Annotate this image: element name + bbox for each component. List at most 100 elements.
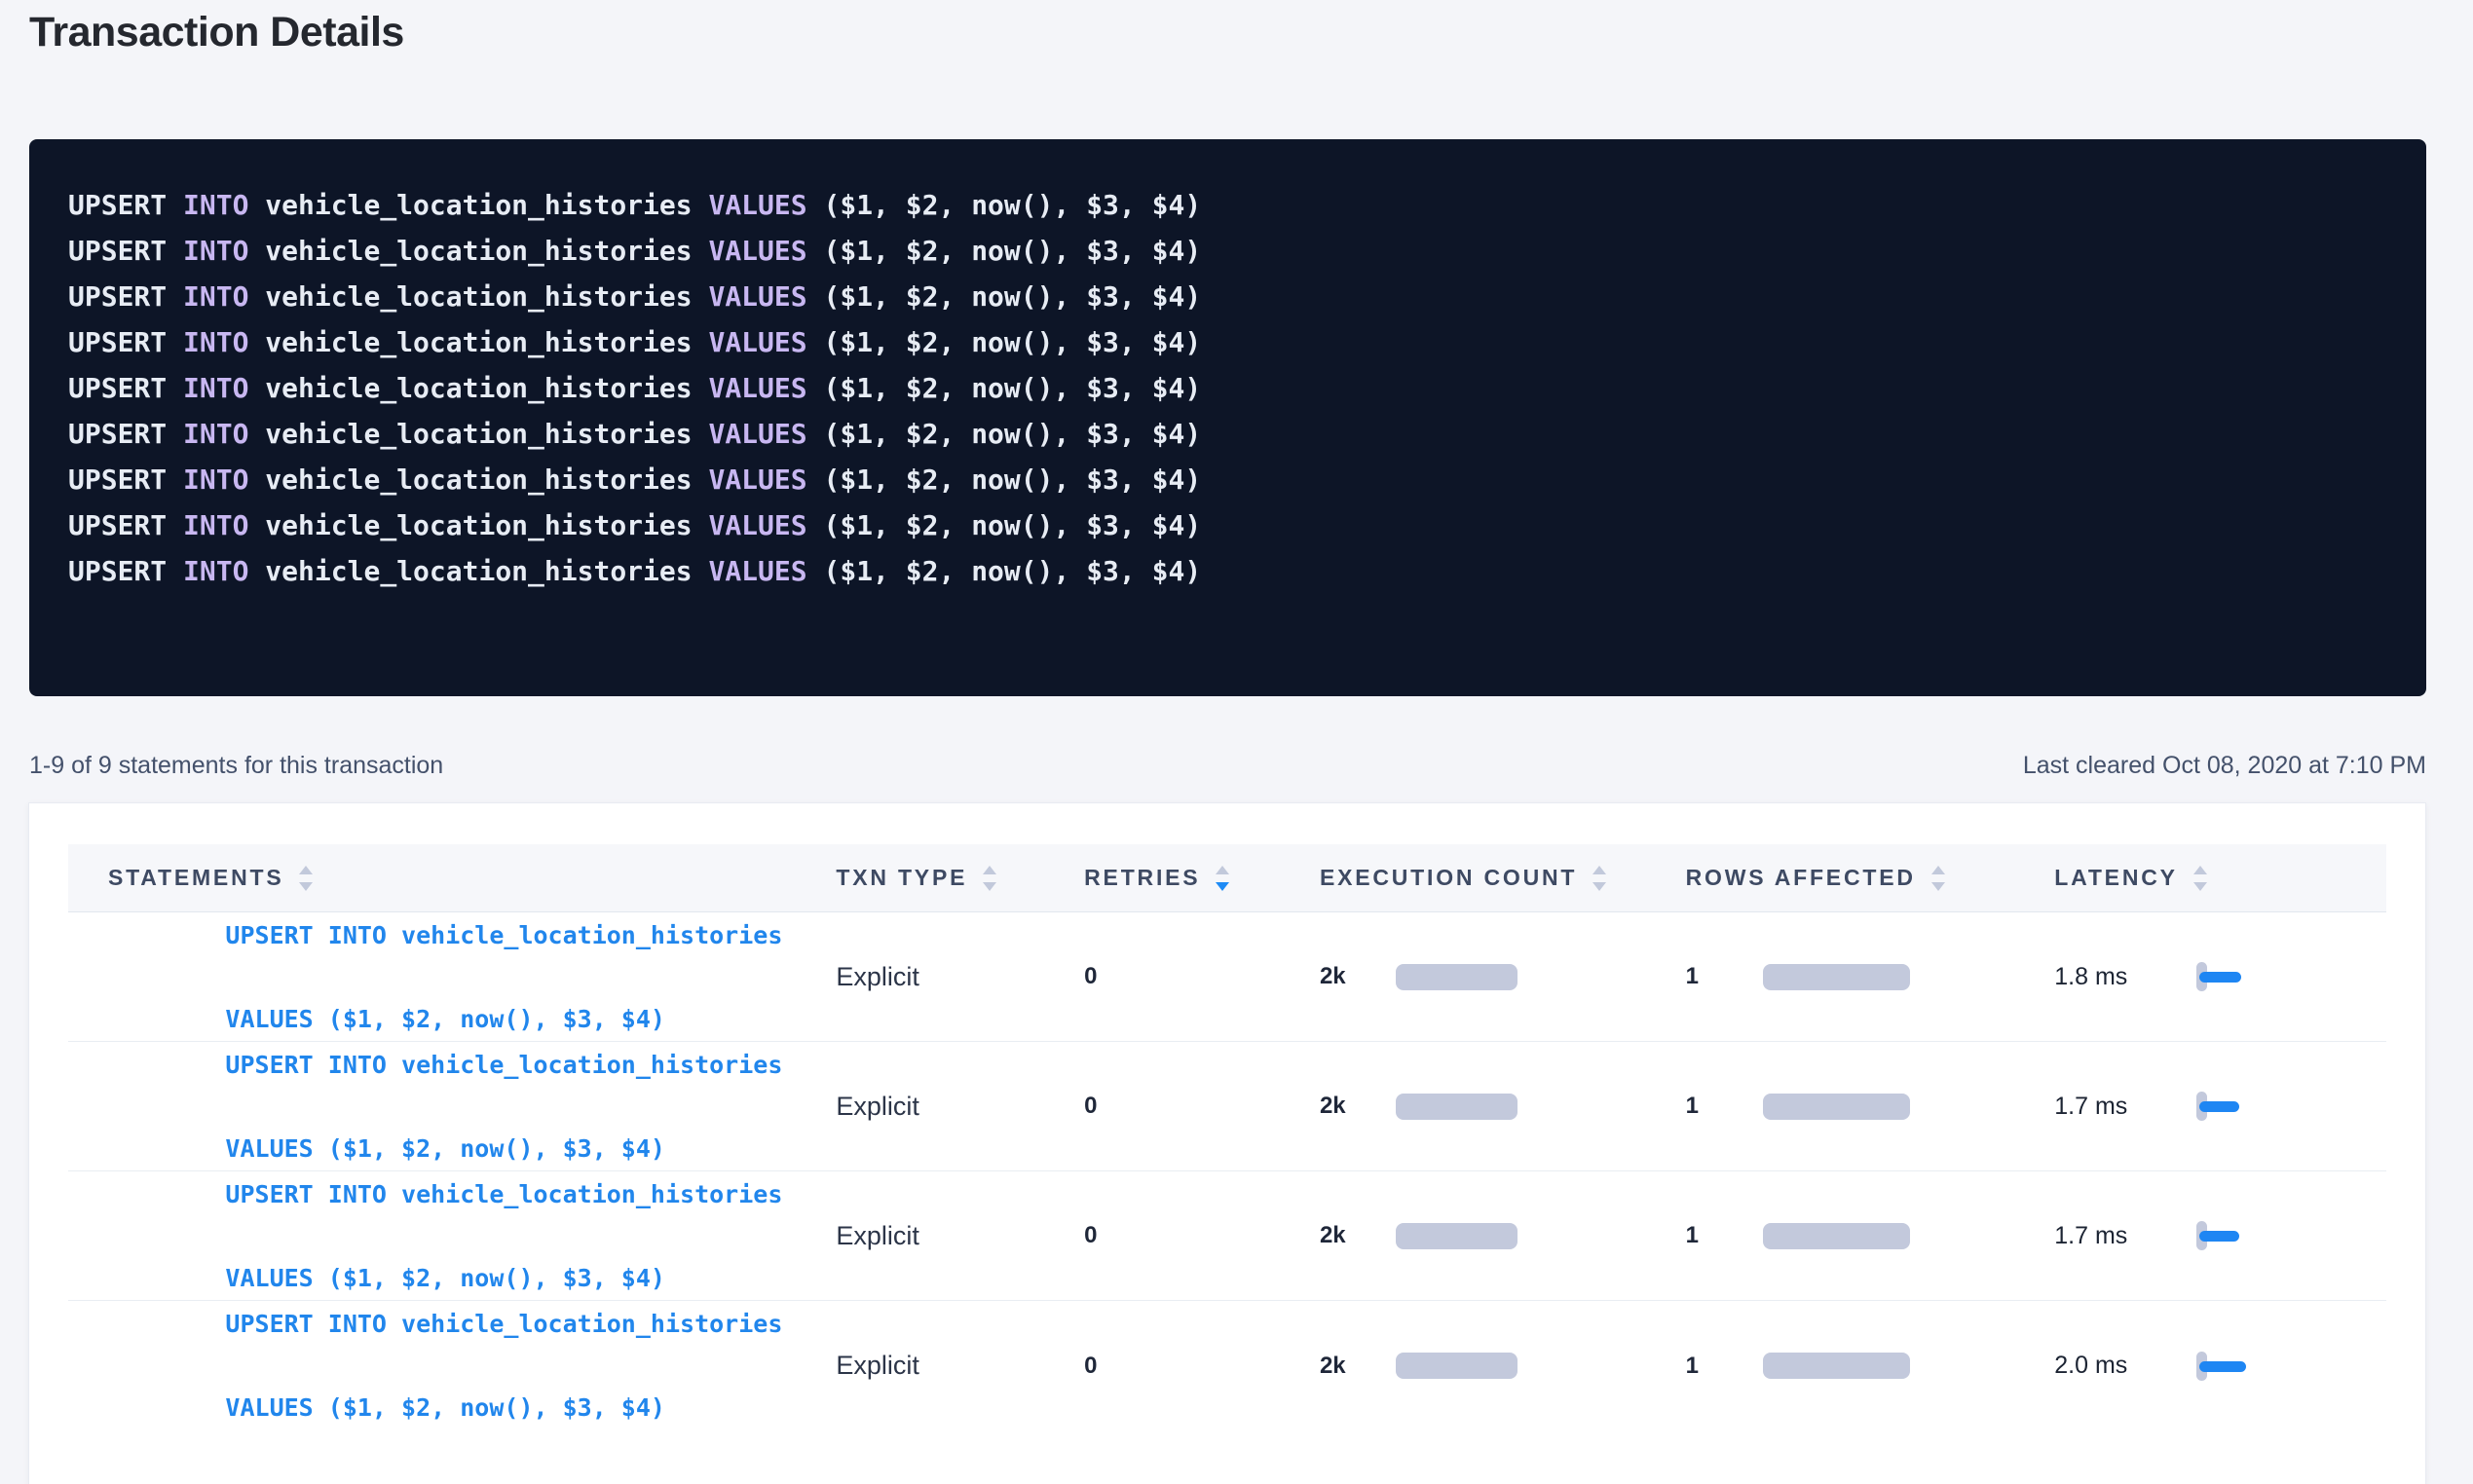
execution-count-value: 2k [1320, 1353, 1396, 1380]
retries-cell: 0 [1084, 963, 1320, 990]
rows-affected-cell: 1 [1686, 1353, 2055, 1380]
latency-value: 1.8 ms [2054, 963, 2196, 991]
statement-cell: UPSERT INTO vehicle_location_histories V… [68, 1261, 836, 1470]
sort-ascending-icon [2193, 866, 2207, 874]
statement-link-line2: VALUES ($1, $2, now(), $3, $4) [225, 1393, 665, 1422]
txn-type-value: Explicit [836, 962, 919, 991]
latency-blue-bar-icon [2199, 1101, 2239, 1112]
rows-affected-cell: 1 [1686, 1093, 2055, 1120]
sort-descending-icon [1931, 882, 1945, 891]
latency-bar-icon [2196, 1091, 2265, 1122]
retries-cell: 0 [1084, 1222, 1320, 1249]
latency-blue-bar-icon [2199, 1361, 2246, 1372]
sort-descending-icon [1592, 882, 1606, 891]
latency-bar-icon [2196, 961, 2265, 992]
sort-ascending-icon [983, 866, 996, 874]
column-header-execution-count[interactable]: EXECUTION COUNT [1320, 865, 1686, 891]
column-header-label: RETRIES [1084, 865, 1200, 891]
sort-ascending-icon [1216, 866, 1229, 874]
statements-meta-row: 1-9 of 9 statements for this transaction… [29, 750, 2426, 781]
retries-cell: 0 [1084, 1093, 1320, 1120]
latency-value: 2.0 ms [2054, 1352, 2196, 1380]
page-title: Transaction Details [29, 6, 404, 58]
txn-type-value: Explicit [836, 1351, 919, 1380]
rows-affected-value: 1 [1686, 1353, 1763, 1380]
column-header-rows-affected[interactable]: ROWS AFFECTED [1686, 865, 2055, 891]
rows-affected-cell: 1 [1686, 1222, 2055, 1249]
execution-count-cell: 2k [1320, 1353, 1686, 1380]
statement-link[interactable]: UPSERT INTO vehicle_location_histories V… [108, 1261, 836, 1470]
txn-type-cell: Explicit [836, 1221, 1084, 1251]
statement-link-line1: UPSERT INTO vehicle_location_histories [225, 1180, 782, 1208]
execution-count-bar [1396, 1353, 1518, 1379]
sort-descending-icon [983, 882, 996, 891]
table-body: UPSERT INTO vehicle_location_histories V… [68, 912, 2386, 1430]
execution-count-value: 2k [1320, 1093, 1396, 1120]
rows-affected-value: 1 [1686, 1093, 1763, 1120]
rows-affected-bar [1763, 1223, 1910, 1249]
sort-ascending-icon [1592, 866, 1606, 874]
sql-statement-line: UPSERT INTO vehicle_location_histories V… [68, 228, 2387, 274]
column-header-label: EXECUTION COUNT [1320, 865, 1577, 891]
sql-statement-line: UPSERT INTO vehicle_location_histories V… [68, 457, 2387, 502]
sql-statement-line: UPSERT INTO vehicle_location_histories V… [68, 365, 2387, 411]
execution-count-bar [1396, 964, 1518, 990]
txn-type-cell: Explicit [836, 962, 1084, 992]
rows-affected-value: 1 [1686, 963, 1763, 990]
sort-arrows-icon [1931, 866, 1945, 891]
latency-blue-bar-icon [2199, 1231, 2239, 1242]
column-header-retries[interactable]: RETRIES [1084, 865, 1320, 891]
latency-cell: 1.7 ms [2054, 1220, 2386, 1251]
sql-statement-line: UPSERT INTO vehicle_location_histories V… [68, 319, 2387, 365]
execution-count-cell: 2k [1320, 1093, 1686, 1120]
txn-type-cell: Explicit [836, 1351, 1084, 1381]
latency-value: 1.7 ms [2054, 1093, 2196, 1121]
execution-count-bar [1396, 1223, 1518, 1249]
rows-affected-value: 1 [1686, 1222, 1763, 1249]
last-cleared-text: Last cleared Oct 08, 2020 at 7:10 PM [2023, 750, 2426, 781]
latency-cell: 1.8 ms [2054, 961, 2386, 992]
latency-blue-bar-icon [2199, 972, 2241, 983]
column-header-latency[interactable]: LATENCY [2054, 865, 2386, 891]
sort-descending-icon [2193, 882, 2207, 891]
rows-affected-bar [1763, 1094, 1910, 1120]
sort-arrows-icon [983, 866, 996, 891]
execution-count-cell: 2k [1320, 963, 1686, 990]
sql-statement-line: UPSERT INTO vehicle_location_histories V… [68, 274, 2387, 319]
statements-table-card: STATEMENTS TXN TYPE RETRIES EXECUTION CO… [28, 802, 2426, 1484]
rows-affected-cell: 1 [1686, 963, 2055, 990]
column-header-label: TXN TYPE [836, 865, 967, 891]
sort-arrows-icon [1216, 866, 1229, 891]
column-header-label: ROWS AFFECTED [1686, 865, 1916, 891]
rows-affected-bar [1763, 1353, 1910, 1379]
column-header-label: LATENCY [2054, 865, 2178, 891]
statement-link-line1: UPSERT INTO vehicle_location_histories [225, 1310, 782, 1338]
retries-value: 0 [1084, 963, 1097, 989]
txn-type-cell: Explicit [836, 1092, 1084, 1122]
sort-ascending-icon [1931, 866, 1945, 874]
latency-bar-icon [2196, 1351, 2265, 1382]
sql-statement-line: UPSERT INTO vehicle_location_histories V… [68, 411, 2387, 457]
retries-cell: 0 [1084, 1353, 1320, 1380]
sort-arrows-icon [2193, 866, 2207, 891]
retries-value: 0 [1084, 1222, 1097, 1248]
column-header-txn-type[interactable]: TXN TYPE [836, 865, 1084, 891]
sort-arrows-icon [1592, 866, 1606, 891]
latency-bar-icon [2196, 1220, 2265, 1251]
latency-cell: 1.7 ms [2054, 1091, 2386, 1122]
retries-value: 0 [1084, 1093, 1097, 1119]
statement-table-row: UPSERT INTO vehicle_location_histories V… [68, 1301, 2386, 1430]
sql-statements-box: UPSERT INTO vehicle_location_histories V… [29, 139, 2426, 696]
execution-count-value: 2k [1320, 963, 1396, 990]
execution-count-cell: 2k [1320, 1222, 1686, 1249]
sql-statement-line: UPSERT INTO vehicle_location_histories V… [68, 502, 2387, 548]
rows-affected-bar [1763, 964, 1910, 990]
statement-link-line1: UPSERT INTO vehicle_location_histories [225, 1051, 782, 1079]
execution-count-bar [1396, 1094, 1518, 1120]
statement-link-line1: UPSERT INTO vehicle_location_histories [225, 921, 782, 949]
statement-range-text: 1-9 of 9 statements for this transaction [29, 750, 443, 781]
sql-statement-line: UPSERT INTO vehicle_location_histories V… [68, 182, 2387, 228]
txn-type-value: Explicit [836, 1092, 919, 1121]
sql-statement-line: UPSERT INTO vehicle_location_histories V… [68, 548, 2387, 594]
sort-descending-icon [1216, 882, 1229, 891]
